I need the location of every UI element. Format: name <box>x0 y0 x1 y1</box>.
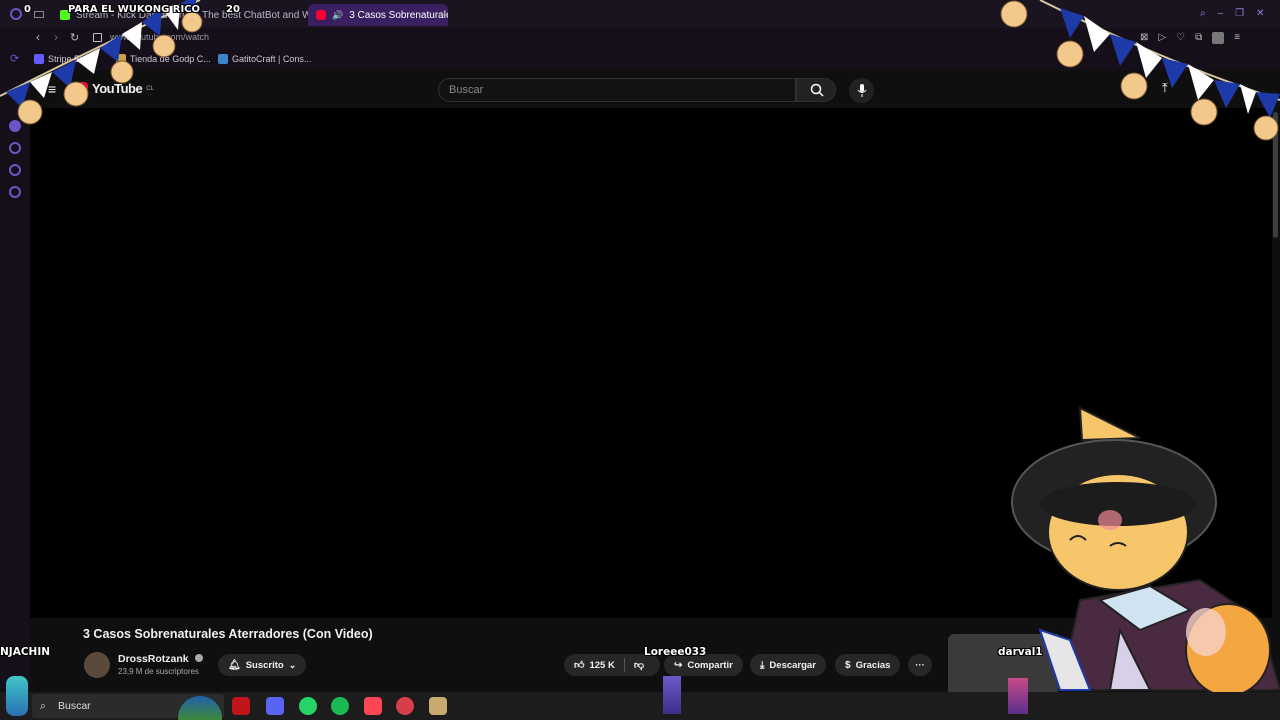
app-red[interactable] <box>232 697 250 715</box>
gatitocraft-favicon-icon <box>218 54 228 64</box>
sidebar-settings-icon[interactable] <box>9 186 21 198</box>
more-actions-button[interactable]: ··· <box>908 654 932 676</box>
youtube-favicon-icon <box>316 10 326 20</box>
valorant-icon[interactable] <box>364 697 382 715</box>
scrollbar-thumb[interactable] <box>1273 112 1278 238</box>
minimize-icon[interactable]: – <box>1218 8 1224 19</box>
bookmark-label: Tienda de Godp C... <box>130 54 211 64</box>
menu-icon[interactable]: ≡ <box>1234 32 1240 44</box>
subscribe-label: Suscrito <box>245 659 284 671</box>
heart-icon[interactable]: ♡ <box>1176 32 1185 44</box>
sidebar-extensions-icon[interactable] <box>9 164 21 176</box>
bookmark-gatitocraft[interactable]: GatitoCraft | Cons... <box>218 51 311 67</box>
sidebar-messenger-icon[interactable] <box>9 120 21 132</box>
tab-label: 3 Casos Sobrenaturale <box>349 9 448 21</box>
app-circle[interactable] <box>396 697 414 715</box>
bell-icon: 🔔︎ <box>228 659 241 671</box>
screenshot-icon[interactable]: ⊠ <box>1140 32 1148 44</box>
subscriber-count: 23,9 M de suscriptores <box>118 667 199 676</box>
back-icon[interactable]: ‹ <box>36 30 40 44</box>
sync-icon[interactable]: ⟳ <box>10 52 19 65</box>
hamburger-menu-icon[interactable]: ≡ <box>48 81 56 97</box>
video-title: 3 Casos Sobrenaturales Aterradores (Con … <box>83 627 373 641</box>
search-tabs-icon[interactable]: ⌕ <box>1200 8 1206 19</box>
divider <box>623 658 625 672</box>
tab-youtube-video[interactable]: 🔊 3 Casos Sobrenaturale <box>308 4 448 26</box>
channel-name-text: DrossRotzank <box>118 653 189 665</box>
toolbar-icons: ⊠ ▷ ♡ ⧉ ≡ <box>1140 32 1240 44</box>
youtube-logo-text: YouTube <box>92 81 143 96</box>
overlay-counter-left: 0 <box>24 4 31 15</box>
bookmark-stripe[interactable]: Stripe Expre <box>34 51 98 67</box>
forward-icon[interactable]: › <box>54 30 58 44</box>
overlay-goal-banner: PARA EL WUKONG RICO <box>68 4 201 15</box>
url-field[interactable]: www.youtube.com/watch <box>110 32 209 42</box>
window-controls: ⌕ – ❐ ✕ <box>1200 8 1265 19</box>
channel-name[interactable]: DrossRotzank <box>118 653 203 665</box>
tienda-favicon-icon <box>116 54 126 64</box>
chevron-down-icon: ⌄ <box>288 659 297 670</box>
tab-overview-icon[interactable] <box>34 11 44 18</box>
tab-label: The best ChatBot and W <box>202 9 312 21</box>
maximize-icon[interactable]: ❐ <box>1235 8 1244 19</box>
thanks-icon: $ <box>845 659 851 671</box>
share-icon: ↪ <box>674 659 683 671</box>
more-icon: ··· <box>915 659 925 671</box>
browser-sidebar <box>0 70 30 690</box>
voice-search-button[interactable] <box>849 78 874 103</box>
start-avatar-icon[interactable] <box>6 676 28 716</box>
download-button[interactable]: ⤓ Descargar <box>750 654 826 676</box>
taskbar-search-icon: ⌕ <box>40 700 46 712</box>
search-button[interactable] <box>796 78 836 102</box>
subscribe-button[interactable]: 🔔︎ Suscrito ⌄ <box>218 654 307 676</box>
like-count: 125 K <box>589 659 615 671</box>
whatsapp-icon[interactable] <box>299 697 317 715</box>
bookmarks-bar: ⟳ Stripe Expre Tienda de Godp C... Gatit… <box>0 48 1280 70</box>
upload-icon[interactable]: ⤒ <box>1162 80 1168 96</box>
spotify-icon[interactable] <box>331 697 349 715</box>
bookmark-label: GatitoCraft | Cons... <box>232 54 312 64</box>
new-tab-button[interactable]: + <box>438 7 446 22</box>
overlay-viewer-center: Loreee033 <box>644 646 707 658</box>
thumbs-up-icon: 👍︎ <box>574 660 585 671</box>
like-button[interactable]: 👍︎ 125 K <box>574 659 615 672</box>
overlay-viewer-left: NJACHIN <box>0 646 51 658</box>
vtuber-cat-avatar <box>1011 406 1280 692</box>
sidebar-history-icon[interactable] <box>9 142 21 154</box>
profile-avatar[interactable] <box>1212 32 1225 44</box>
bookmark-tienda[interactable]: Tienda de Godp C... <box>116 51 211 67</box>
download-icon: ⤓ <box>760 659 765 671</box>
stripe-favicon-icon <box>34 54 44 64</box>
share-label: Compartir <box>687 659 733 671</box>
speaker-icon: 🔊 <box>332 9 344 20</box>
address-bar-row: ‹ › ↻ www.youtube.com/watch ⊠ ▷ ♡ ⧉ ≡ <box>0 28 1280 48</box>
channel-avatar[interactable] <box>84 652 110 678</box>
pixel-sprite-right-icon <box>1008 678 1028 714</box>
youtube-logo[interactable]: YouTube CL <box>70 81 154 96</box>
lock-icon <box>93 33 102 42</box>
league-icon[interactable] <box>429 697 447 715</box>
reload-icon[interactable]: ↻ <box>70 31 79 44</box>
download-label: Descargar <box>769 659 816 671</box>
thumbs-down-icon[interactable]: 👎︎ <box>634 659 644 671</box>
play-icon[interactable]: ▷ <box>1158 32 1166 44</box>
verified-icon <box>194 654 203 662</box>
thanks-label: Gracias <box>855 659 891 671</box>
pixel-sprite-icon <box>663 676 681 714</box>
overlay-counter-right: 20 <box>226 4 240 15</box>
extensions-icon[interactable]: ⧉ <box>1195 32 1202 44</box>
discord-icon[interactable] <box>266 697 284 715</box>
close-icon[interactable]: ✕ <box>1256 8 1264 19</box>
search-input[interactable]: Buscar <box>438 78 796 102</box>
microphone-icon <box>857 84 867 97</box>
taskbar-search-label: Buscar <box>58 700 91 712</box>
opera-logo-icon[interactable] <box>10 8 22 20</box>
bookmark-label: Stripe Expre <box>48 54 98 64</box>
search-icon <box>810 83 824 97</box>
region-code: CL <box>146 85 154 92</box>
thanks-button[interactable]: $ Gracias <box>835 654 901 676</box>
youtube-play-icon <box>70 82 88 95</box>
